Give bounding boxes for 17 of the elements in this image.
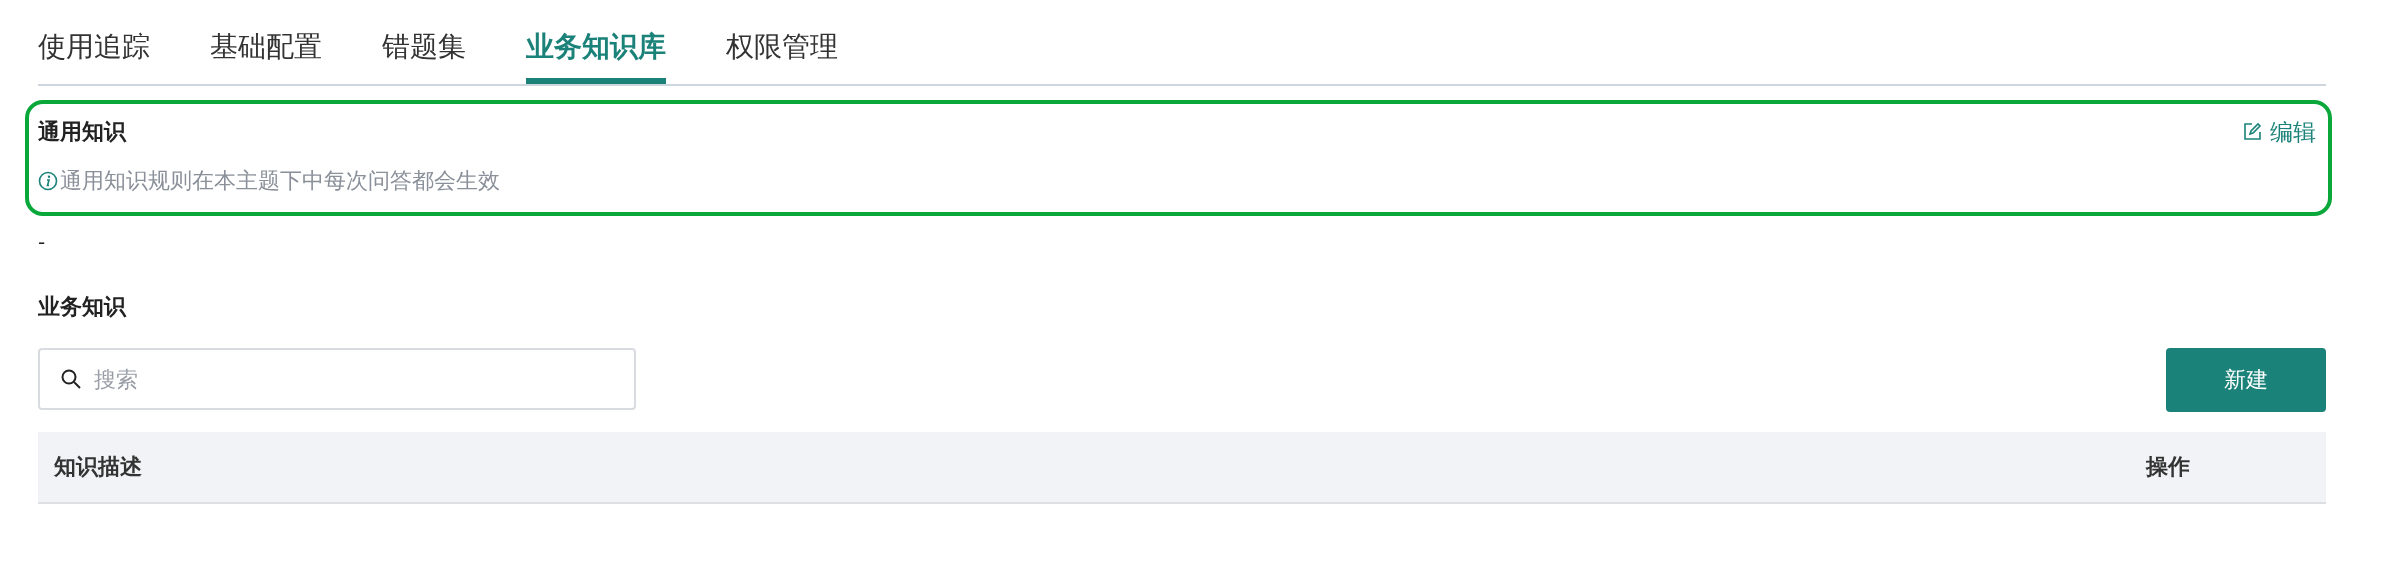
- tab[interactable]: 错题集: [382, 0, 466, 84]
- value-text: -: [38, 230, 47, 256]
- search-field[interactable]: 搜索: [38, 348, 636, 410]
- edit-icon: [2242, 122, 2262, 142]
- section-title: 通用知识: [38, 118, 126, 146]
- tab[interactable]: 基础配置: [210, 0, 322, 84]
- column-header: 操作: [2146, 453, 2190, 481]
- edit-link[interactable]: 编辑: [2242, 116, 2316, 148]
- section-title: 业务知识: [38, 293, 128, 321]
- column-header: 知识描述: [54, 453, 142, 481]
- tab[interactable]: 权限管理: [726, 0, 838, 84]
- info-icon: [38, 171, 58, 191]
- tab[interactable]: 业务知识库: [526, 0, 666, 84]
- hint-text: 通用知识规则在本主题下中每次问答都会生效: [60, 167, 500, 195]
- new-button[interactable]: 新建: [2166, 348, 2326, 412]
- search-icon: [60, 368, 82, 390]
- tab[interactable]: 使用追踪: [38, 0, 150, 84]
